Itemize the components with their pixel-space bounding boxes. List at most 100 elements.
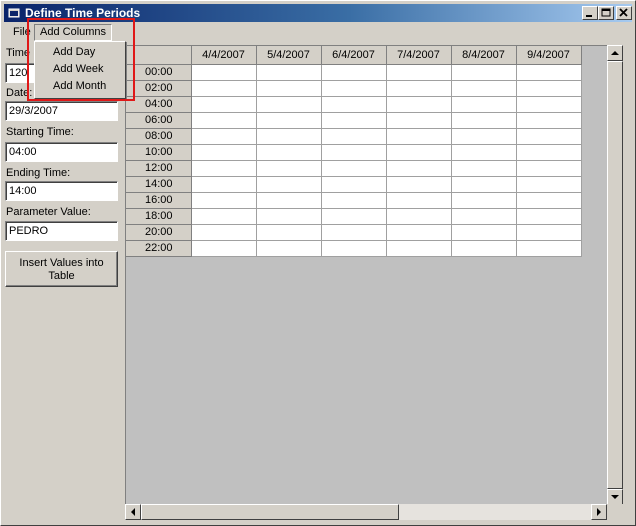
grid-cell[interactable] — [191, 160, 257, 177]
grid-cell[interactable] — [516, 192, 582, 209]
grid-cell[interactable] — [191, 208, 257, 225]
grid-cell[interactable] — [451, 192, 517, 209]
grid-cell[interactable] — [191, 192, 257, 209]
grid-cell[interactable] — [516, 176, 582, 193]
grid-cell[interactable] — [321, 96, 387, 113]
grid-cell[interactable] — [191, 96, 257, 113]
grid-cell[interactable] — [451, 176, 517, 193]
column-header[interactable]: 4/4/2007 — [191, 46, 257, 65]
grid-cell[interactable] — [386, 240, 452, 257]
grid-cell[interactable] — [516, 128, 582, 145]
column-header[interactable]: 8/4/2007 — [451, 46, 517, 65]
vertical-scroll-thumb[interactable] — [607, 61, 623, 489]
grid-cell[interactable] — [256, 144, 322, 161]
grid-cell[interactable] — [516, 144, 582, 161]
grid-cell[interactable] — [256, 96, 322, 113]
row-header[interactable]: 12:00 — [126, 160, 192, 177]
grid-cell[interactable] — [191, 128, 257, 145]
row-header[interactable]: 18:00 — [126, 208, 192, 225]
row-header[interactable]: 10:00 — [126, 144, 192, 161]
grid-cell[interactable] — [321, 192, 387, 209]
grid-cell[interactable] — [516, 240, 582, 257]
grid-cell[interactable] — [386, 160, 452, 177]
grid-cell[interactable] — [451, 128, 517, 145]
grid-cell[interactable] — [386, 144, 452, 161]
grid-cell[interactable] — [256, 128, 322, 145]
row-header[interactable]: 08:00 — [126, 128, 192, 145]
scroll-down-button[interactable] — [607, 489, 623, 505]
vertical-scrollbar[interactable] — [607, 45, 623, 507]
grid-cell[interactable] — [451, 208, 517, 225]
row-header[interactable]: 06:00 — [126, 112, 192, 129]
grid-cell[interactable] — [386, 128, 452, 145]
grid-cell[interactable] — [321, 176, 387, 193]
grid-cell[interactable] — [386, 192, 452, 209]
row-header[interactable]: 14:00 — [126, 176, 192, 193]
row-header[interactable]: 20:00 — [126, 224, 192, 241]
grid-cell[interactable] — [191, 112, 257, 129]
grid-cell[interactable] — [321, 160, 387, 177]
grid-cell[interactable] — [321, 80, 387, 97]
grid-cell[interactable] — [451, 144, 517, 161]
grid-cell[interactable] — [321, 208, 387, 225]
grid-cell[interactable] — [256, 160, 322, 177]
starting-time-field[interactable]: 04:00 — [5, 142, 118, 162]
grid-cell[interactable] — [386, 176, 452, 193]
grid-cell[interactable] — [256, 80, 322, 97]
grid-cell[interactable] — [451, 64, 517, 81]
grid-cell[interactable] — [191, 224, 257, 241]
grid-cell[interactable] — [451, 96, 517, 113]
insert-values-button[interactable]: Insert Values into Table — [5, 251, 118, 287]
grid-cell[interactable] — [256, 224, 322, 241]
grid-cell[interactable] — [516, 224, 582, 241]
row-header[interactable]: 22:00 — [126, 240, 192, 257]
date-field[interactable]: 29/3/2007 — [5, 101, 118, 121]
column-header[interactable]: 5/4/2007 — [256, 46, 322, 65]
grid-cell[interactable] — [386, 64, 452, 81]
grid-cell[interactable] — [451, 80, 517, 97]
grid-cell[interactable] — [386, 80, 452, 97]
grid-cell[interactable] — [256, 192, 322, 209]
grid-cell[interactable] — [516, 96, 582, 113]
grid-cell[interactable] — [191, 240, 257, 257]
grid-cell[interactable] — [516, 208, 582, 225]
grid-cell[interactable] — [256, 112, 322, 129]
grid-cell[interactable] — [321, 240, 387, 257]
grid-cell[interactable] — [321, 224, 387, 241]
scroll-left-button[interactable] — [125, 504, 141, 520]
row-header[interactable]: 04:00 — [126, 96, 192, 113]
grid-cell[interactable] — [321, 112, 387, 129]
row-header[interactable]: 00:00 — [126, 64, 192, 81]
parameter-value-field[interactable]: PEDRO — [5, 221, 118, 241]
grid-cell[interactable] — [516, 160, 582, 177]
grid-cell[interactable] — [256, 240, 322, 257]
ending-time-field[interactable]: 14:00 — [5, 181, 118, 201]
maximize-button[interactable] — [598, 6, 614, 20]
grid-cell[interactable] — [451, 160, 517, 177]
grid-cell[interactable] — [451, 224, 517, 241]
grid-cell[interactable] — [451, 112, 517, 129]
column-header[interactable]: 7/4/2007 — [386, 46, 452, 65]
grid-cell[interactable] — [256, 208, 322, 225]
grid-cell[interactable] — [256, 176, 322, 193]
scroll-up-button[interactable] — [607, 45, 623, 61]
grid-cell[interactable] — [386, 112, 452, 129]
grid-cell[interactable] — [191, 80, 257, 97]
grid-cell[interactable] — [321, 64, 387, 81]
scroll-right-button[interactable] — [591, 504, 607, 520]
grid-cell[interactable] — [256, 64, 322, 81]
column-header[interactable]: 9/4/2007 — [516, 46, 582, 65]
grid-cell[interactable] — [516, 64, 582, 81]
minimize-button[interactable] — [582, 6, 598, 20]
grid-cell[interactable] — [386, 224, 452, 241]
row-header[interactable]: 16:00 — [126, 192, 192, 209]
grid-cell[interactable] — [386, 208, 452, 225]
grid-cell[interactable] — [516, 80, 582, 97]
horizontal-scroll-thumb[interactable] — [141, 504, 399, 520]
grid-cell[interactable] — [321, 128, 387, 145]
close-button[interactable] — [616, 6, 632, 20]
column-header[interactable]: 6/4/2007 — [321, 46, 387, 65]
grid-cell[interactable] — [516, 112, 582, 129]
grid-cell[interactable] — [321, 144, 387, 161]
grid-cell[interactable] — [191, 176, 257, 193]
